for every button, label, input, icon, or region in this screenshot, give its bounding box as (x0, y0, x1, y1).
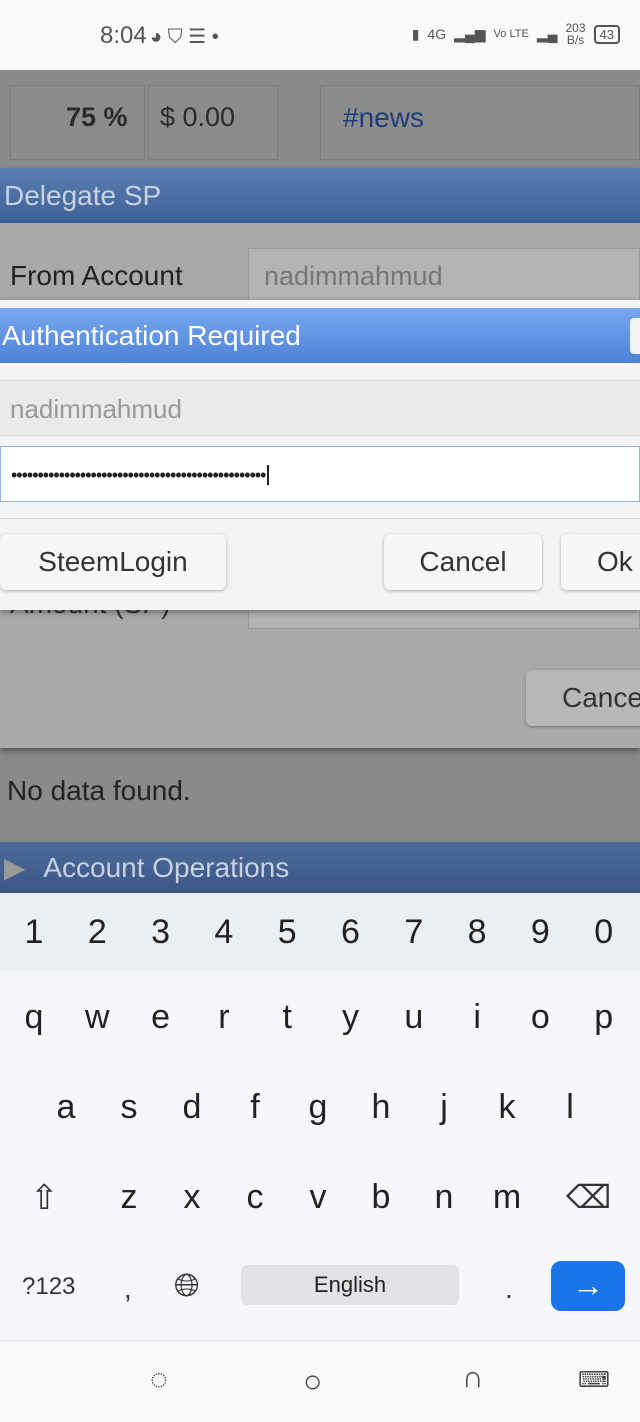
screen-icon: ☰ (188, 26, 207, 48)
ok-button[interactable]: Ok (561, 534, 640, 590)
dot-icon: • (211, 26, 219, 48)
key-7[interactable]: 7 (389, 913, 439, 952)
password-value: ••••••••••••••••••••••••••••••••••••••••… (11, 465, 266, 485)
key-5[interactable]: 5 (262, 913, 312, 952)
back-icon[interactable]: ∩ (462, 1361, 484, 1395)
key-3[interactable]: 3 (136, 913, 186, 952)
key-q[interactable]: q (9, 998, 59, 1037)
notification-icons: ◕ ⛉ ☰ • (150, 24, 219, 49)
key-g[interactable]: g (293, 1088, 343, 1127)
key-r[interactable]: r (199, 998, 249, 1037)
enter-key[interactable]: → (551, 1261, 625, 1311)
tag-link[interactable]: #news (343, 102, 424, 134)
key-6[interactable]: 6 (326, 913, 376, 952)
recents-icon[interactable]: ◌ (150, 1363, 168, 1397)
cancel-button[interactable]: Cancel (384, 534, 542, 590)
key-x[interactable]: x (167, 1178, 217, 1217)
key-o[interactable]: o (515, 998, 565, 1037)
key-9[interactable]: 9 (515, 913, 565, 952)
key-l[interactable]: l (545, 1088, 595, 1127)
key-4[interactable]: 4 (199, 913, 249, 952)
delegate-title: Delegate SP (0, 168, 640, 223)
space-key[interactable]: English (241, 1265, 459, 1305)
close-button[interactable] (630, 318, 640, 354)
from-account-label: From Account (10, 260, 183, 291)
key-d[interactable]: d (167, 1088, 217, 1127)
amount-value: $ 0.00 (160, 102, 236, 132)
delegate-cancel-button[interactable]: Cancel (526, 670, 640, 726)
auth-title: Authentication Required (0, 308, 640, 363)
keyboard: 1234567890 qwertyuiop asdfghjkl zxcvbnm ⇧ ⌫… (0, 893, 640, 1340)
key-n[interactable]: n (419, 1178, 469, 1217)
key-s[interactable]: s (104, 1088, 154, 1127)
key-1[interactable]: 1 (9, 913, 59, 952)
key-0[interactable]: 0 (579, 913, 629, 952)
globe-icon[interactable]: 🌐︎ (174, 1267, 200, 1305)
signal-icon: ▂▄▆ (454, 25, 486, 42)
key-c[interactable]: c (230, 1178, 280, 1217)
key-i[interactable]: i (452, 998, 502, 1037)
username-field[interactable]: nadimmahmud (0, 380, 640, 436)
signal-icon-2: ▂▄ (536, 25, 558, 42)
expand-triangle-icon: ▶ (4, 852, 26, 883)
key-w[interactable]: w (72, 998, 122, 1037)
key-u[interactable]: u (389, 998, 439, 1037)
key-z[interactable]: z (104, 1178, 154, 1217)
shield-icon: ⛉ (167, 26, 183, 48)
auth-dialog: Authentication Required nadimmahmud ••••… (0, 300, 640, 610)
status-bar: 8:04 ◕ ⛉ ☰ • ▮ 4G ▂▄▆ Vo LTE ▂▄ 203 B/s 4… (0, 0, 640, 70)
steemlogin-button[interactable]: SteemLogin (0, 534, 226, 590)
account-operations-header[interactable]: ▶ Account Operations (0, 842, 640, 893)
symbols-key[interactable]: ?123 (22, 1273, 75, 1301)
key-v[interactable]: v (293, 1178, 343, 1217)
vibrate-icon: ▮ (411, 25, 420, 42)
keyboard-hide-icon[interactable]: ⌨ (578, 1367, 610, 1393)
key-k[interactable]: k (482, 1088, 532, 1127)
home-icon[interactable]: ○ (303, 1363, 322, 1400)
messenger-icon: ◕ (150, 26, 163, 48)
key-j[interactable]: j (419, 1088, 469, 1127)
backspace-key[interactable]: ⌫ (566, 1178, 611, 1216)
battery-icon: 43 (593, 24, 620, 44)
key-e[interactable]: e (136, 998, 186, 1037)
key-h[interactable]: h (356, 1088, 406, 1127)
navigation-bar: ◌ ○ ∩ ⌨ (0, 1340, 640, 1422)
key-a[interactable]: a (41, 1088, 91, 1127)
speed-unit: B/s (566, 33, 585, 47)
key-m[interactable]: m (482, 1178, 532, 1217)
volte-label: Vo LTE (493, 28, 529, 40)
percent-value: 75 % (66, 102, 128, 132)
key-y[interactable]: y (326, 998, 376, 1037)
no-data-text: No data found. (7, 775, 191, 806)
key-f[interactable]: f (230, 1088, 280, 1127)
key-p[interactable]: p (579, 998, 629, 1037)
key-2[interactable]: 2 (72, 913, 122, 952)
from-account-field[interactable]: nadimmahmud (248, 248, 640, 304)
arrow-right-icon: → (572, 1267, 604, 1303)
shift-key[interactable]: ⇧ (30, 1178, 59, 1218)
network-type: 4G (427, 26, 447, 42)
key-t[interactable]: t (262, 998, 312, 1037)
password-field[interactable]: ••••••••••••••••••••••••••••••••••••••••… (0, 446, 640, 502)
period-key[interactable]: . (505, 1273, 513, 1305)
comma-key[interactable]: , (124, 1273, 132, 1305)
clock: 8:04 (100, 22, 147, 49)
key-b[interactable]: b (356, 1178, 406, 1217)
key-8[interactable]: 8 (452, 913, 502, 952)
section-title: Account Operations (43, 852, 290, 883)
text-cursor (267, 465, 270, 485)
